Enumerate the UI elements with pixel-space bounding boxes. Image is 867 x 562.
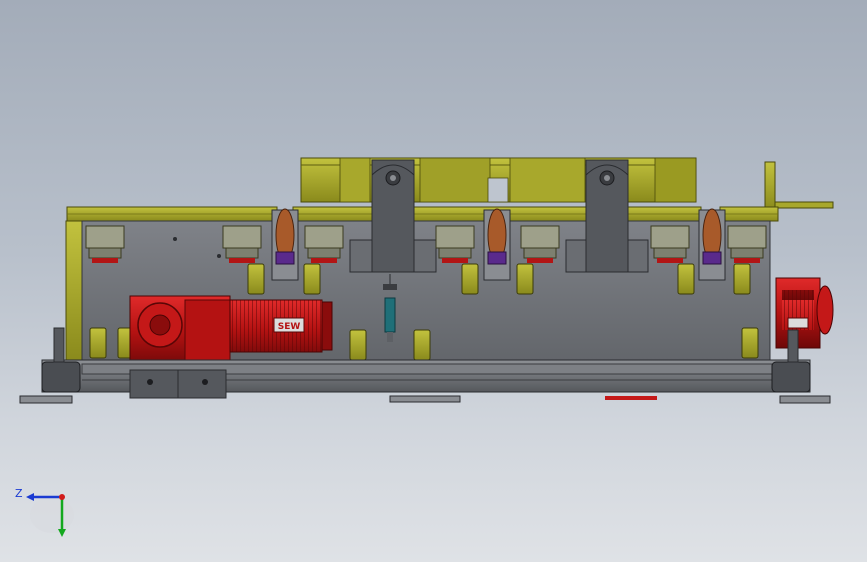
- sprocket-unit-3: [698, 208, 726, 281]
- top-guard-cover: [300, 157, 697, 203]
- lift-bracket-right: [585, 159, 629, 273]
- motor-brand-label: SEW: [278, 322, 301, 332]
- sprocket-unit-2: [483, 208, 511, 281]
- z-axis-label: Z: [15, 487, 23, 500]
- top-frame-rail: [66, 206, 779, 222]
- base-frame: [41, 359, 811, 399]
- left-frame-post: [65, 220, 83, 362]
- right-side-bracket: [764, 161, 834, 211]
- coordinate-triad: Z: [15, 487, 74, 537]
- right-gear-motor: [775, 277, 834, 349]
- guard-cutout: [487, 177, 509, 203]
- bracket-plate: [349, 239, 373, 273]
- bracket-plate: [413, 239, 437, 273]
- triad-ball: [30, 497, 74, 533]
- cad-viewport[interactable]: SEW Z: [0, 0, 867, 562]
- proximity-sensor: [383, 274, 397, 342]
- bracket-plate: [627, 239, 649, 273]
- lift-bracket-left: [371, 159, 415, 273]
- x-axis-point: [59, 494, 65, 500]
- bracket-plate: [565, 239, 587, 273]
- sprocket-unit-1: [271, 208, 299, 281]
